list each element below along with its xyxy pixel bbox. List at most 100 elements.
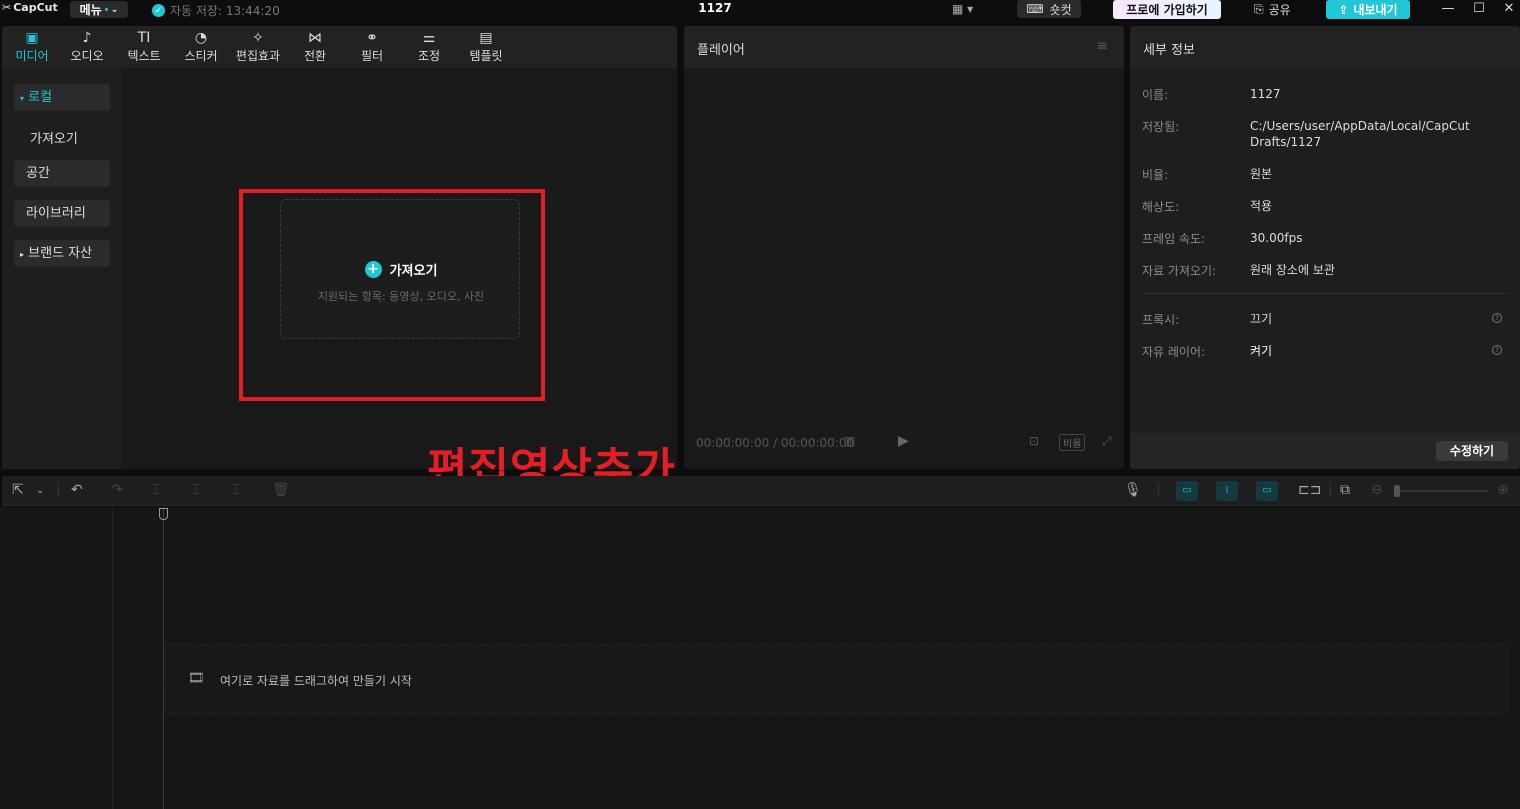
export-icon: ⇪ (1338, 2, 1349, 17)
hamburger-menu-icon[interactable]: ≡ (1096, 38, 1108, 54)
audio-icon: ♪ (82, 30, 92, 46)
ratio-button[interactable]: 비율 (1059, 434, 1086, 451)
auto-snap-icon[interactable]: ⁞ (1216, 481, 1238, 501)
keyboard-icon: ⌨ (1026, 2, 1044, 16)
pro-signup-button[interactable]: 프로에 가입하기 (1113, 0, 1221, 19)
shortcut-label: 숏컷 (1049, 2, 1072, 17)
media-icon: ▣ (25, 30, 39, 46)
tab-text[interactable]: TI 텍스트 (116, 29, 172, 64)
detail-value: 원래 장소에 보관 (1250, 263, 1335, 277)
autosave-text: 자동 저장: 13:44:20 (170, 4, 280, 18)
export-button[interactable]: ⇪ 내보내기 (1326, 0, 1410, 19)
linkage-icon[interactable]: ▭ (1256, 481, 1278, 501)
preview-axis-icon[interactable]: ⧉ (1340, 482, 1350, 498)
fullscreen-icon[interactable]: ⤢ (1102, 434, 1112, 449)
tab-label: 오디오 (70, 49, 104, 63)
app-name: CapCut (13, 1, 58, 14)
trim-right-icon[interactable]: ⌶ (232, 482, 240, 498)
timeline-drop-zone[interactable]: 🎞 여기로 자료를 드래그하여 만들기 시작 (165, 644, 1508, 714)
detail-value: 30.00fps (1250, 231, 1303, 245)
sidebar-item-space[interactable]: 공간 (14, 160, 110, 187)
details-panel: 세부 정보 이름: 1127 저장됨: C:/Users/user/AppDat… (1130, 26, 1520, 469)
tab-media[interactable]: ▣ 미디어 (4, 29, 60, 64)
tab-transition[interactable]: ⋈ 전환 (287, 29, 343, 64)
toolbar-divider (58, 483, 59, 498)
detail-label: 저장됨: (1142, 120, 1180, 134)
tab-template[interactable]: ▤ 템플릿 (458, 29, 514, 64)
details-divider (1142, 293, 1507, 294)
select-cursor-icon[interactable]: ⇱ (12, 482, 24, 498)
redo-icon[interactable]: ↷ (111, 482, 123, 498)
tab-adjust[interactable]: ⚌ 조정 (401, 29, 457, 64)
details-title: 세부 정보 (1143, 43, 1195, 58)
detail-label: 프록시: (1142, 313, 1180, 327)
timecode: 00:00:00:00 / 00:00:00:00 (696, 436, 855, 450)
delete-icon[interactable]: 🗑 (272, 482, 290, 498)
playhead-line[interactable] (163, 507, 164, 809)
waveform-icon[interactable]: ▥ (844, 434, 855, 448)
check-icon: ✓ (152, 4, 165, 17)
sidebar-item-import[interactable]: 가져오기 (30, 128, 78, 147)
zoom-fit-icon[interactable]: ⊡ (1029, 434, 1039, 448)
detail-label: 이름: (1142, 88, 1169, 102)
tab-sticker[interactable]: ◔ 스티커 (173, 29, 229, 64)
player-controls: 00:00:00:00 / 00:00:00:00 ▥ ▶ ⊡ 비율 ⤢ (684, 431, 1124, 455)
sidebar-item-local[interactable]: ▾ 로컬 (14, 84, 110, 111)
share-icon: ⎘ (1254, 2, 1264, 16)
sidebar-item-library[interactable]: 라이브러리 (14, 200, 110, 227)
tab-label: 조정 (417, 49, 441, 63)
layout-icon[interactable]: ▦ ▾ (952, 2, 973, 16)
play-icon[interactable]: ▶ (898, 433, 909, 449)
track-headers (0, 507, 113, 809)
capcut-logo-icon: ✂ (2, 1, 12, 14)
tab-label: 미디어 (15, 49, 49, 63)
trim-left-icon[interactable]: ⌶ (192, 482, 200, 498)
close-icon[interactable]: ✕ (1499, 1, 1519, 16)
main-track-magnet-icon[interactable]: ▭ (1176, 481, 1198, 501)
help-icon[interactable]: ? (1492, 345, 1502, 355)
tab-filter[interactable]: ⚭ 필터 (344, 29, 400, 64)
microphone-icon[interactable]: 🎙 (1124, 482, 1142, 498)
edit-button[interactable]: 수정하기 (1436, 441, 1508, 461)
split-icon[interactable]: ⌶ (152, 482, 160, 498)
template-icon: ▤ (479, 30, 493, 46)
undo-icon[interactable]: ↶ (71, 482, 83, 498)
zoom-slider-track[interactable] (1394, 490, 1489, 492)
detail-value: 켜기 (1250, 344, 1273, 358)
chevron-down-icon: ⌄ (110, 4, 119, 15)
zoom-slider-handle[interactable] (1394, 485, 1400, 497)
project-title: 1127 (698, 1, 732, 15)
tab-audio[interactable]: ♪ 오디오 (59, 29, 115, 64)
autosave-status: ✓ 자동 저장: 13:44:20 (152, 2, 280, 19)
media-panel: ▣ 미디어 ♪ 오디오 TI 텍스트 ◔ 스티커 ✧ 편집효과 ⋈ 전환 ⚭ 필… (2, 26, 677, 469)
tab-label: 편집효과 (235, 49, 281, 63)
film-icon: 🎞 (188, 671, 205, 686)
playhead-handle[interactable] (159, 508, 168, 520)
detail-value: 원본 (1250, 167, 1273, 181)
maximize-icon[interactable]: ☐ (1469, 1, 1489, 16)
share-label: 공유 (1268, 3, 1291, 17)
adjust-icon: ⚌ (422, 30, 436, 46)
menu-button[interactable]: 메뉴 ⌄ (70, 1, 128, 18)
sidebar-item-brand[interactable]: ▸ 브랜드 자산 (14, 240, 110, 267)
chevron-down-icon[interactable]: ⌄ (36, 485, 44, 496)
zoom-in-icon[interactable]: ⊕ (1497, 482, 1509, 498)
title-bar: ✂ CapCut 메뉴 ⌄ ✓ 자동 저장: 13:44:20 1127 ▦ ▾… (0, 0, 1520, 20)
detail-label: 비율: (1142, 168, 1169, 182)
tab-effects[interactable]: ✧ 편집효과 (230, 29, 286, 64)
menu-label: 메뉴 (79, 3, 102, 17)
player-header: 플레이어 ≡ (684, 26, 1124, 68)
app-logo: ✂ CapCut (2, 1, 58, 14)
timeline-toolbar: ⇱ ⌄ ↶ ↷ ⌶ ⌶ ⌶ 🗑 🎙 ▭ ⁞ ▭ ⊏⊐ ⧉ ⊖ ⊕ (2, 476, 1520, 506)
player-title: 플레이어 (697, 43, 745, 58)
minimize-icon[interactable]: — (1438, 1, 1458, 16)
zoom-out-icon[interactable]: ⊖ (1371, 482, 1383, 498)
shortcut-button[interactable]: ⌨ 숏컷 (1017, 0, 1081, 18)
split-track-icon[interactable]: ⊏⊐ (1298, 482, 1321, 498)
filter-icon: ⚭ (366, 30, 378, 46)
help-icon[interactable]: ? (1492, 313, 1502, 323)
share-button[interactable]: ⎘ 공유 (1254, 1, 1291, 18)
highlight-box (239, 189, 545, 401)
player-panel: 플레이어 ≡ 00:00:00:00 / 00:00:00:00 ▥ ▶ ⊡ 비… (684, 26, 1124, 469)
toolbar-divider (1330, 483, 1331, 498)
